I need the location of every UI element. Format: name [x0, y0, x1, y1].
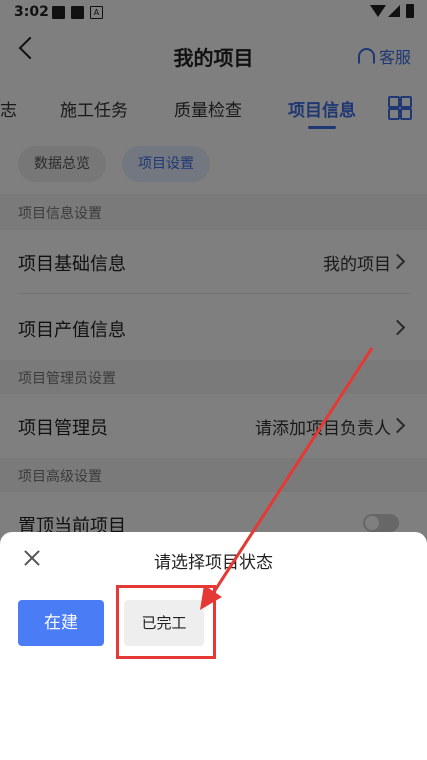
annotation-arrow: [200, 347, 374, 610]
